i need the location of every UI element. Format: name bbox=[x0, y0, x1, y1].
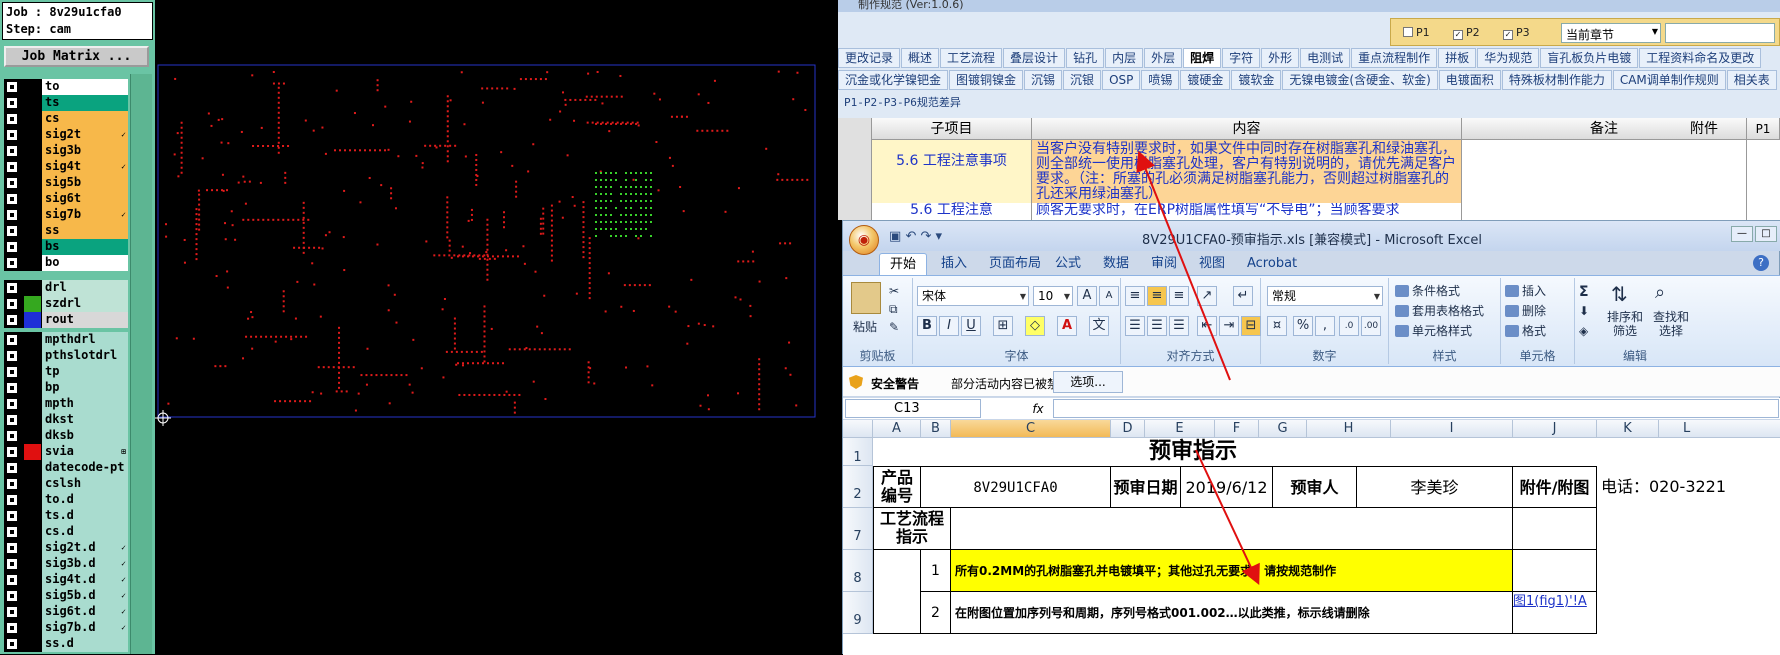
arrow-to-spec bbox=[1136, 150, 1231, 381]
annotation-arrows bbox=[1136, 150, 1260, 586]
arrow-to-sheet bbox=[1195, 449, 1260, 586]
